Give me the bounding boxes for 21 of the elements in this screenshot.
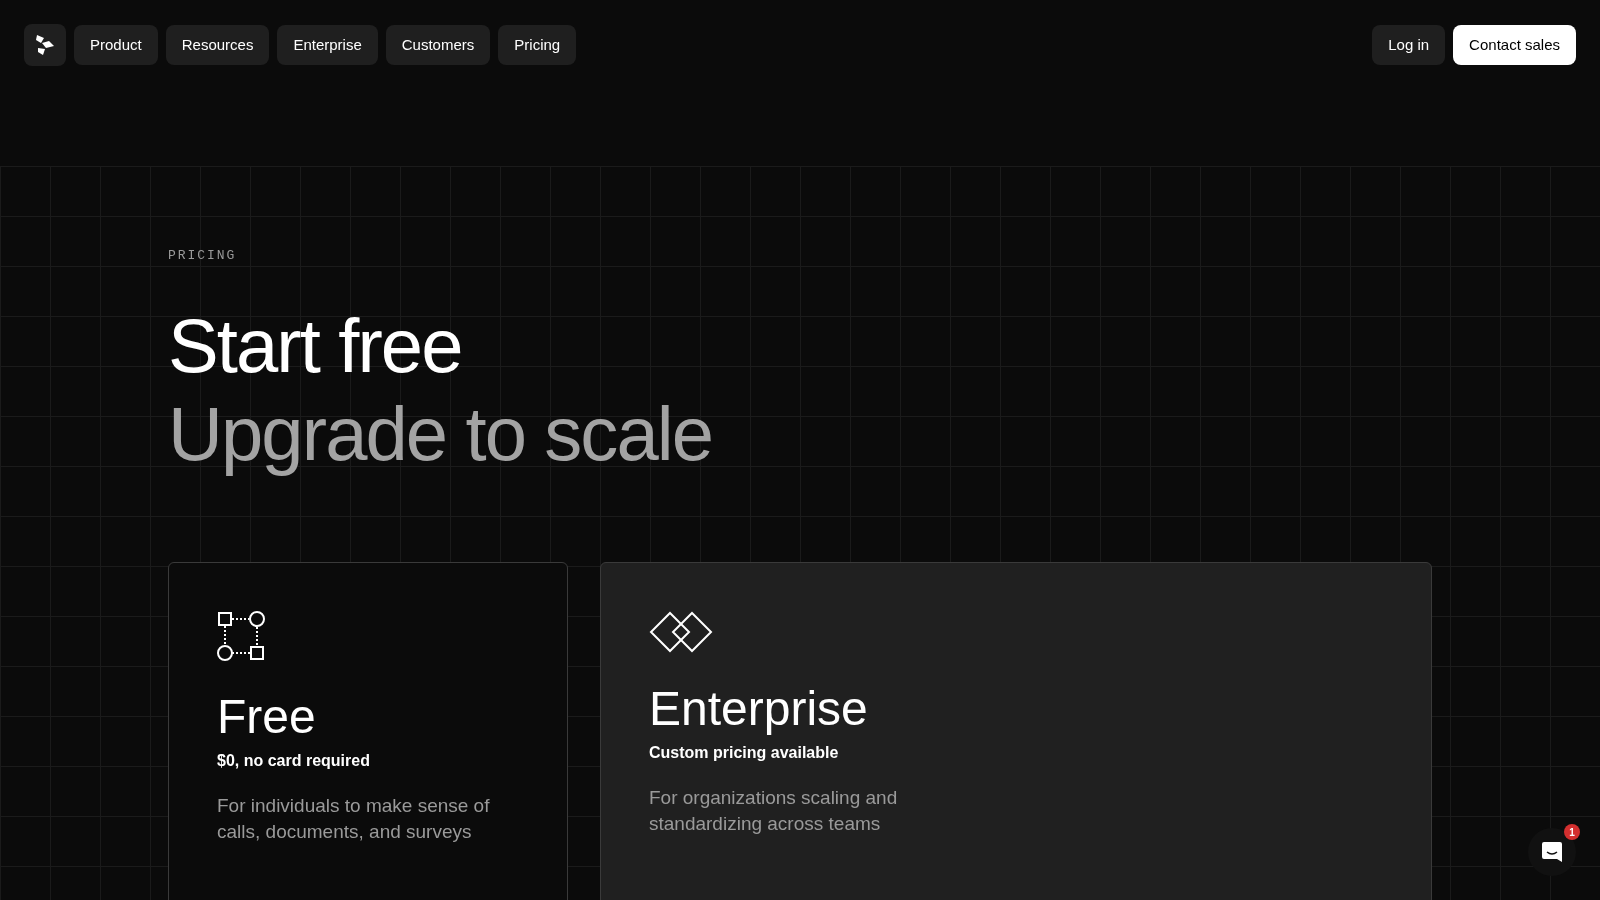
plan-price: $0, no card required bbox=[217, 750, 370, 771]
nodes-icon bbox=[217, 610, 265, 661]
hero-subtitle: Upgrade to scale bbox=[168, 389, 713, 478]
nav-link[interactable]: Enterprise bbox=[277, 25, 378, 65]
diamonds-icon bbox=[649, 610, 713, 653]
eyebrow-label: PRICING bbox=[168, 247, 237, 265]
login-button[interactable]: Log in bbox=[1372, 25, 1446, 65]
chat-icon bbox=[1541, 841, 1563, 863]
plan-name: Enterprise bbox=[649, 680, 868, 737]
hero-title: Start free bbox=[168, 301, 462, 390]
nav-link[interactable]: Customers bbox=[385, 25, 491, 65]
plan-description: For organizations scaling and standardizing across teams bbox=[649, 785, 899, 836]
plan-description: For individuals to make sense of calls, documents, and surveys bbox=[217, 793, 491, 844]
plan-name: Free bbox=[217, 688, 316, 745]
plan-price: Custom pricing available bbox=[649, 742, 839, 763]
logo-icon[interactable] bbox=[24, 24, 66, 66]
nav-link[interactable]: Pricing bbox=[498, 25, 577, 65]
contact-sales-button[interactable]: Contact sales bbox=[1453, 25, 1576, 65]
notification-badge: 1 bbox=[1564, 824, 1580, 840]
nav-link[interactable]: Resources bbox=[165, 25, 270, 65]
nav-link[interactable]: Product bbox=[74, 25, 158, 65]
